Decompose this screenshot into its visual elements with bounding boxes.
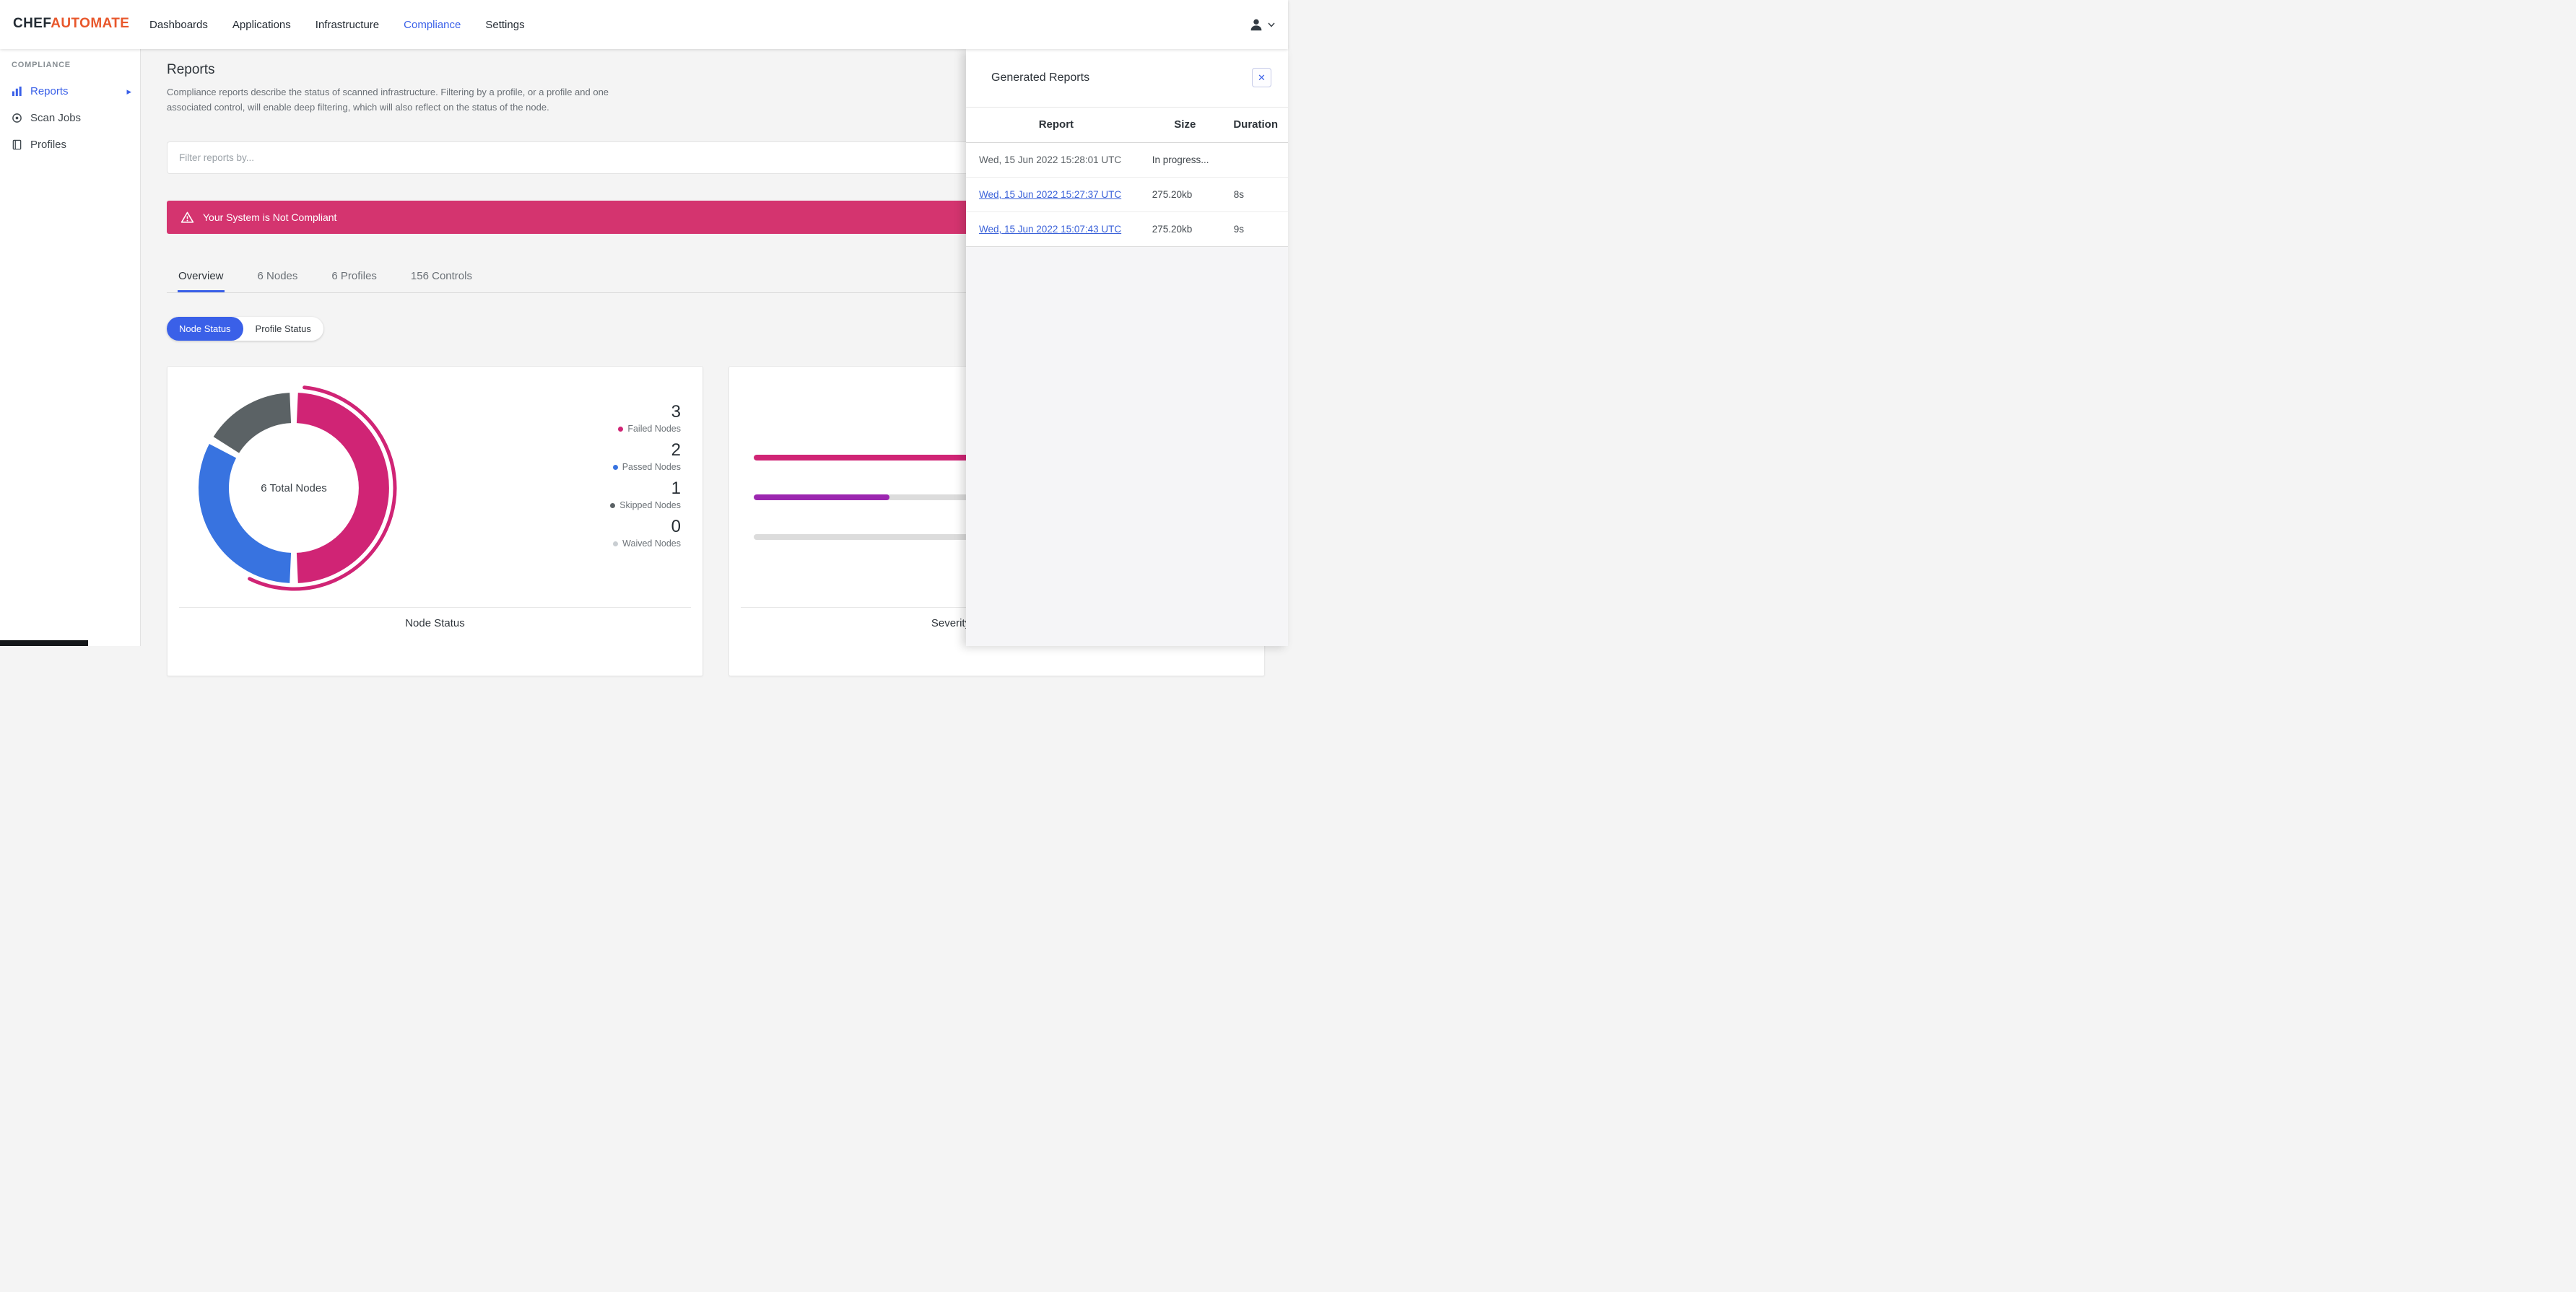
col-header-size: Size: [1146, 108, 1224, 143]
legend-count: 3: [671, 402, 681, 422]
nav-compliance[interactable]: Compliance: [404, 19, 461, 31]
report-download-link[interactable]: Wed, 15 Jun 2022 15:07:43 UTC: [979, 224, 1121, 235]
legend-dot-waived: [613, 541, 619, 546]
node-status-caption: Node Status: [405, 617, 465, 629]
generated-reports-card: Generated Reports ✕ Report Size Duration…: [966, 49, 1288, 247]
tab-controls[interactable]: 156 Controls: [410, 263, 473, 292]
node-status-card: 6 Total Nodes 3 Failed Nodes 2 Passed No…: [167, 366, 703, 676]
tab-overview[interactable]: Overview: [178, 263, 225, 292]
logo-automate-text: AUTOMATE: [51, 16, 130, 31]
legend-item-passed: 2 Passed Nodes: [610, 441, 681, 473]
legend-dot-passed: [612, 465, 618, 470]
nav-applications[interactable]: Applications: [232, 19, 291, 31]
tab-nodes[interactable]: 6 Nodes: [257, 263, 299, 292]
sidebar-item-reports[interactable]: Reports ▸: [0, 78, 140, 105]
compliance-sidebar: COMPLIANCE Reports ▸ Scan Jobs Profiles: [0, 49, 141, 646]
node-status-legend: 3 Failed Nodes 2 Passed Nodes 1 Skipped …: [610, 403, 681, 556]
legend-count: 1: [671, 479, 681, 498]
legend-count: 0: [671, 517, 681, 536]
toggle-profile-status[interactable]: Profile Status: [243, 317, 323, 341]
sidebar-section-label: COMPLIANCE: [12, 61, 71, 69]
user-profile-icon: [1248, 17, 1264, 32]
report-duration: 9s: [1233, 224, 1245, 235]
page-title: Reports: [167, 62, 215, 77]
user-menu[interactable]: [1248, 0, 1275, 49]
main-nav: Dashboards Applications Infrastructure C…: [149, 0, 525, 49]
chevron-right-icon: ▸: [126, 86, 131, 97]
report-size: 275.20kb: [1146, 177, 1224, 212]
close-icon: ✕: [1258, 71, 1266, 83]
report-row: Wed, 15 Jun 2022 15:27:37 UTC 275.20kb 8…: [966, 177, 1288, 212]
legend-label: Skipped Nodes: [619, 500, 681, 510]
legend-label: Failed Nodes: [627, 424, 681, 434]
report-duration: [1223, 142, 1288, 178]
col-header-report: Report: [966, 108, 1146, 143]
sidebar-item-label: Profiles: [30, 139, 67, 151]
nav-dashboards[interactable]: Dashboards: [149, 19, 208, 31]
donut-center-label: 6 Total Nodes: [261, 481, 327, 494]
tab-profiles[interactable]: 6 Profiles: [331, 263, 378, 292]
bar-chart-icon: [12, 86, 22, 97]
report-duration: 8s: [1223, 177, 1288, 212]
sidebar-item-label: Reports: [30, 85, 69, 97]
col-header-duration: Duration: [1223, 108, 1288, 143]
report-timestamp: Wed, 15 Jun 2022 15:28:01 UTC: [979, 154, 1122, 165]
logo-chef-text: CHEF: [13, 16, 51, 31]
node-status-donut-chart: 6 Total Nodes: [186, 380, 402, 596]
legend-dot-failed: [618, 427, 624, 432]
sidebar-item-scan-jobs[interactable]: Scan Jobs: [0, 105, 140, 131]
sidebar-item-label: Scan Jobs: [30, 112, 82, 124]
generated-reports-table: Report Size Duration Wed, 15 Jun 2022 15…: [966, 108, 1288, 246]
legend-item-skipped: 1 Skipped Nodes: [610, 479, 681, 511]
report-row: Wed, 15 Jun 2022 15:07:43 UTC 275.20kb 9…: [966, 212, 1288, 247]
legend-label: Waived Nodes: [622, 538, 681, 549]
generated-reports-panel: Generated Reports ✕ Report Size Duration…: [966, 49, 1288, 646]
warning-triangle-icon: [180, 211, 194, 224]
severity-bar-fill: [754, 494, 890, 500]
report-size: In progress...: [1146, 142, 1224, 178]
legend-count: 2: [671, 440, 681, 460]
panel-header: Generated Reports ✕: [966, 49, 1288, 108]
top-navbar: CHEFAUTOMATE Dashboards Applications Inf…: [0, 0, 1288, 49]
scan-target-icon: [12, 113, 22, 123]
nav-settings[interactable]: Settings: [485, 19, 524, 31]
legend-item-failed: 3 Failed Nodes: [610, 403, 681, 435]
table-header-row: Report Size Duration: [966, 108, 1288, 143]
legend-label: Passed Nodes: [622, 462, 681, 472]
sidebar-item-profiles[interactable]: Profiles: [0, 131, 140, 158]
close-button[interactable]: ✕: [1252, 68, 1271, 87]
card-divider: [179, 607, 691, 608]
page-description: Compliance reports describe the status o…: [167, 87, 609, 113]
report-size: 275.20kb: [1152, 224, 1193, 235]
legend-dot-skipped: [610, 503, 616, 508]
legend-item-waived: 0 Waived Nodes: [610, 518, 681, 549]
alert-message: Your System is Not Compliant: [203, 211, 337, 223]
status-toggle-group: Node Status Profile Status: [167, 317, 323, 341]
nav-infrastructure[interactable]: Infrastructure: [316, 19, 379, 31]
report-row: Wed, 15 Jun 2022 15:28:01 UTC In progres…: [966, 142, 1288, 178]
report-download-link[interactable]: Wed, 15 Jun 2022 15:27:37 UTC: [979, 189, 1121, 200]
profiles-book-icon: [12, 139, 22, 150]
panel-title: Generated Reports: [991, 71, 1090, 84]
toggle-node-status[interactable]: Node Status: [167, 317, 243, 341]
horizontal-scrollbar-thumb[interactable]: [0, 640, 88, 646]
chef-automate-logo[interactable]: CHEFAUTOMATE: [13, 16, 129, 32]
chevron-down-icon: [1268, 22, 1275, 27]
